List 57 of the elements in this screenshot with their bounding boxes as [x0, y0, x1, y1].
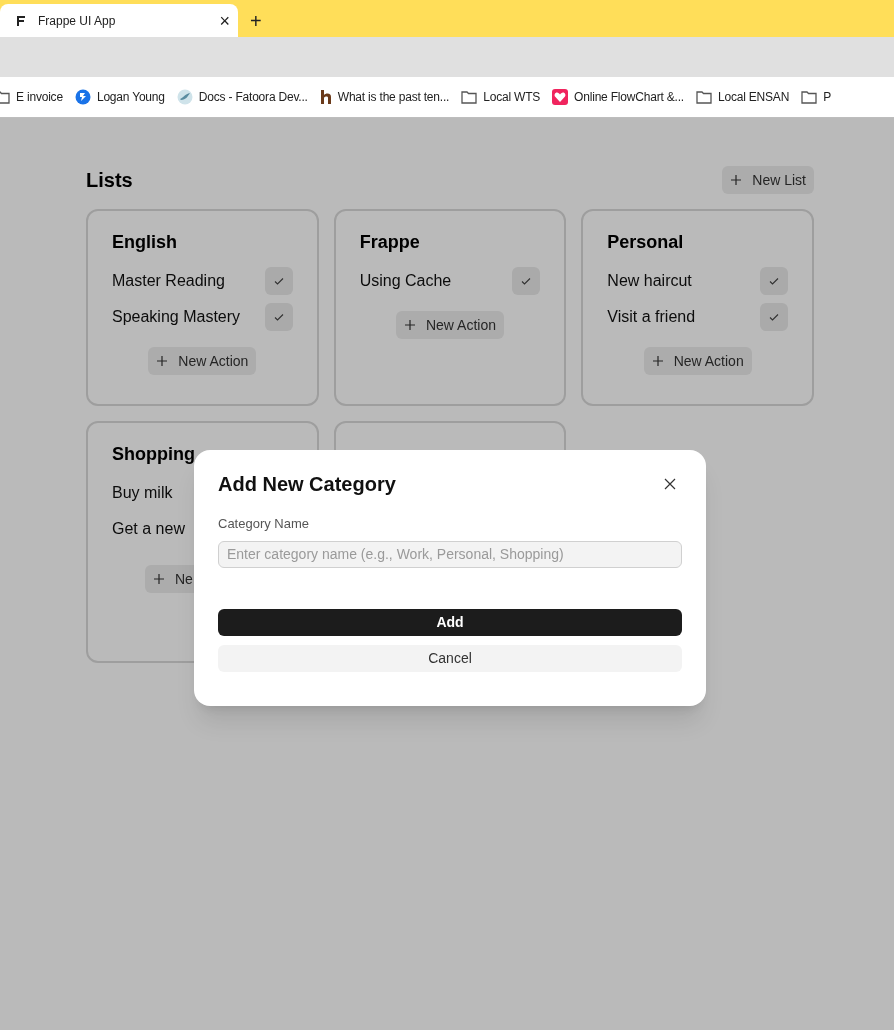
- check-button[interactable]: [264, 267, 293, 295]
- field-label: Category Name: [218, 515, 311, 533]
- checkmark-icon: [768, 275, 780, 287]
- bookmark-link[interactable]: What is the past ten...: [337, 88, 450, 106]
- action-text: Visit a friend: [607, 307, 696, 327]
- action-text: Using Cache: [359, 271, 452, 291]
- close-tab-icon[interactable]: ×: [219, 11, 230, 30]
- list-title: English: [112, 231, 178, 253]
- bookmark-link[interactable]: Local WTS: [483, 88, 541, 106]
- action-text: Speaking Mastery: [112, 307, 241, 327]
- new-action-button[interactable]: New Action: [643, 347, 752, 375]
- list-title: Personal: [607, 231, 685, 253]
- plus-icon: [153, 573, 165, 585]
- check-button[interactable]: [760, 267, 788, 295]
- check-button[interactable]: [264, 303, 293, 331]
- category-name-field[interactable]: Enter category name (e.g., Work, Personal, Shopping): [218, 540, 682, 568]
- globe-icon: [74, 89, 91, 105]
- folder-icon: [695, 90, 712, 104]
- new-action-button[interactable]: New Action: [395, 311, 504, 339]
- checkmark-icon: [768, 311, 780, 323]
- checkmark-icon: [272, 311, 285, 323]
- new-tab-button[interactable]: +: [250, 11, 262, 31]
- list-title: Shopping: [112, 443, 196, 465]
- list-title: Frappe: [359, 231, 421, 253]
- folder-icon: [461, 90, 478, 104]
- cancel-button[interactable]: Cancel: [218, 644, 682, 672]
- h-letter-icon: [319, 89, 332, 105]
- heart-icon: [552, 89, 569, 105]
- action-text: Master Reading: [112, 271, 225, 291]
- checkmark-icon: [272, 275, 285, 287]
- action-text: New haircut: [607, 271, 692, 291]
- bookmark-link[interactable]: Online FlowChart &...: [574, 88, 684, 106]
- bookmark-link[interactable]: P: [823, 88, 831, 106]
- add-button[interactable]: Add: [218, 608, 682, 636]
- plus-icon: [651, 355, 664, 367]
- new-action-button[interactable]: New Action: [148, 347, 257, 375]
- close-icon[interactable]: [664, 478, 676, 490]
- folder-icon: [801, 90, 818, 104]
- plus-icon: [403, 319, 416, 331]
- tab-title: Frappe UI App: [38, 12, 117, 30]
- action-text: Get a new: [112, 519, 185, 539]
- bookmark-link[interactable]: Docs - Fatoora Dev...: [198, 88, 308, 106]
- check-button[interactable]: [760, 303, 788, 331]
- new-list-button[interactable]: New List: [722, 166, 814, 194]
- check-button[interactable]: [512, 267, 541, 295]
- browser-tab[interactable]: Frappe UI App ×: [0, 4, 238, 37]
- checkmark-icon: [520, 275, 533, 287]
- bookmark-link[interactable]: Logan Young: [96, 88, 165, 106]
- plus-icon: [730, 174, 743, 186]
- page-title: Lists: [86, 168, 133, 193]
- dialog-title: Add New Category: [218, 472, 396, 497]
- action-text: Buy milk: [112, 483, 173, 503]
- f-logo-icon: [16, 14, 26, 27]
- bookmark-link[interactable]: Local ENSAN: [717, 88, 790, 106]
- plus-icon: [156, 355, 169, 367]
- bird-icon: [176, 89, 193, 105]
- bookmark-link[interactable]: E invoice: [16, 88, 63, 106]
